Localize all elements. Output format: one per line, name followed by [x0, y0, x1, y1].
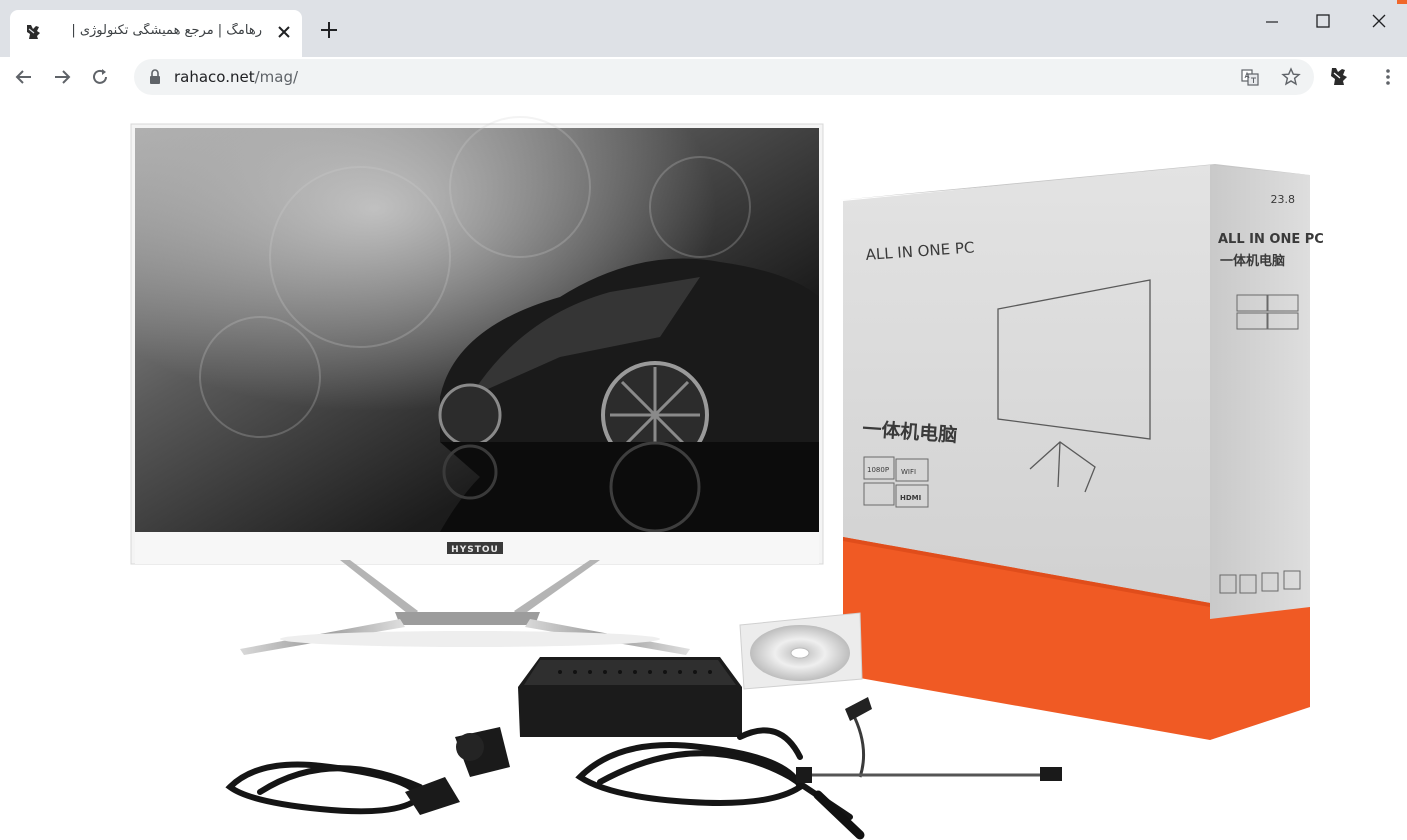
badge-wifi: WIFI: [901, 468, 916, 476]
badge-1080p: 1080P: [867, 466, 889, 474]
badge-hdmi: HDMI: [900, 494, 921, 502]
page-content: HYSTOU ALL IN ONE PC 一体机电脑 1080P WIFI HD…: [0, 97, 1407, 840]
rahaco-favicon-icon: [27, 25, 40, 39]
tab-strip: رهامگ | مرجع همیشگی تکنولوژی |: [0, 0, 1407, 57]
accent-mark: [1397, 0, 1407, 4]
address-bar[interactable]: rahaco.net/mag/: [134, 59, 1314, 95]
more-vert-icon[interactable]: [1378, 67, 1398, 87]
tab-title: رهامگ | مرجع همیشگی تکنولوژی |: [71, 23, 262, 38]
power-adapter: [518, 657, 742, 737]
browser-tab-active[interactable]: رهامگ | مرجع همیشگی تکنولوژی |: [10, 10, 302, 57]
monitor: HYSTOU: [130, 116, 824, 565]
window-close-icon[interactable]: [1370, 12, 1388, 30]
url-text[interactable]: rahaco.net/mag/: [174, 68, 298, 86]
power-cables: [225, 727, 853, 820]
dc-connector: [813, 790, 865, 840]
star-icon[interactable]: [1281, 67, 1301, 87]
plus-icon[interactable]: [318, 19, 340, 41]
product-box: ALL IN ONE PC 一体机电脑 1080P WIFI HDMI 23.8…: [840, 164, 1324, 740]
browser-toolbar: rahaco.net/mag/: [0, 57, 1407, 97]
url-host: rahaco.net: [174, 68, 255, 86]
close-icon[interactable]: [276, 24, 292, 40]
minimize-icon[interactable]: [1264, 14, 1280, 30]
power-plug: [405, 727, 510, 815]
forward-arrow-icon[interactable]: [52, 67, 72, 87]
monitor-brand-label: HYSTOU: [451, 545, 499, 555]
monitor-stand: [240, 560, 690, 655]
translate-icon[interactable]: [1240, 67, 1260, 87]
maximize-icon[interactable]: [1314, 12, 1332, 30]
extension-icon[interactable]: [1328, 66, 1350, 88]
reload-icon[interactable]: [90, 67, 110, 87]
box-side-chinese: 一体机电脑: [1220, 253, 1285, 269]
url-path: /mag/: [254, 68, 299, 86]
box-side-size: 23.8: [1271, 193, 1296, 206]
box-side-title: ALL IN ONE PC: [1218, 232, 1324, 247]
product-photo: HYSTOU ALL IN ONE PC 一体机电脑 1080P WIFI HD…: [130, 116, 1324, 840]
driver-cd: [739, 612, 863, 690]
back-arrow-icon[interactable]: [14, 67, 34, 87]
lock-icon[interactable]: [148, 68, 162, 86]
sata-cable: [796, 697, 1062, 783]
